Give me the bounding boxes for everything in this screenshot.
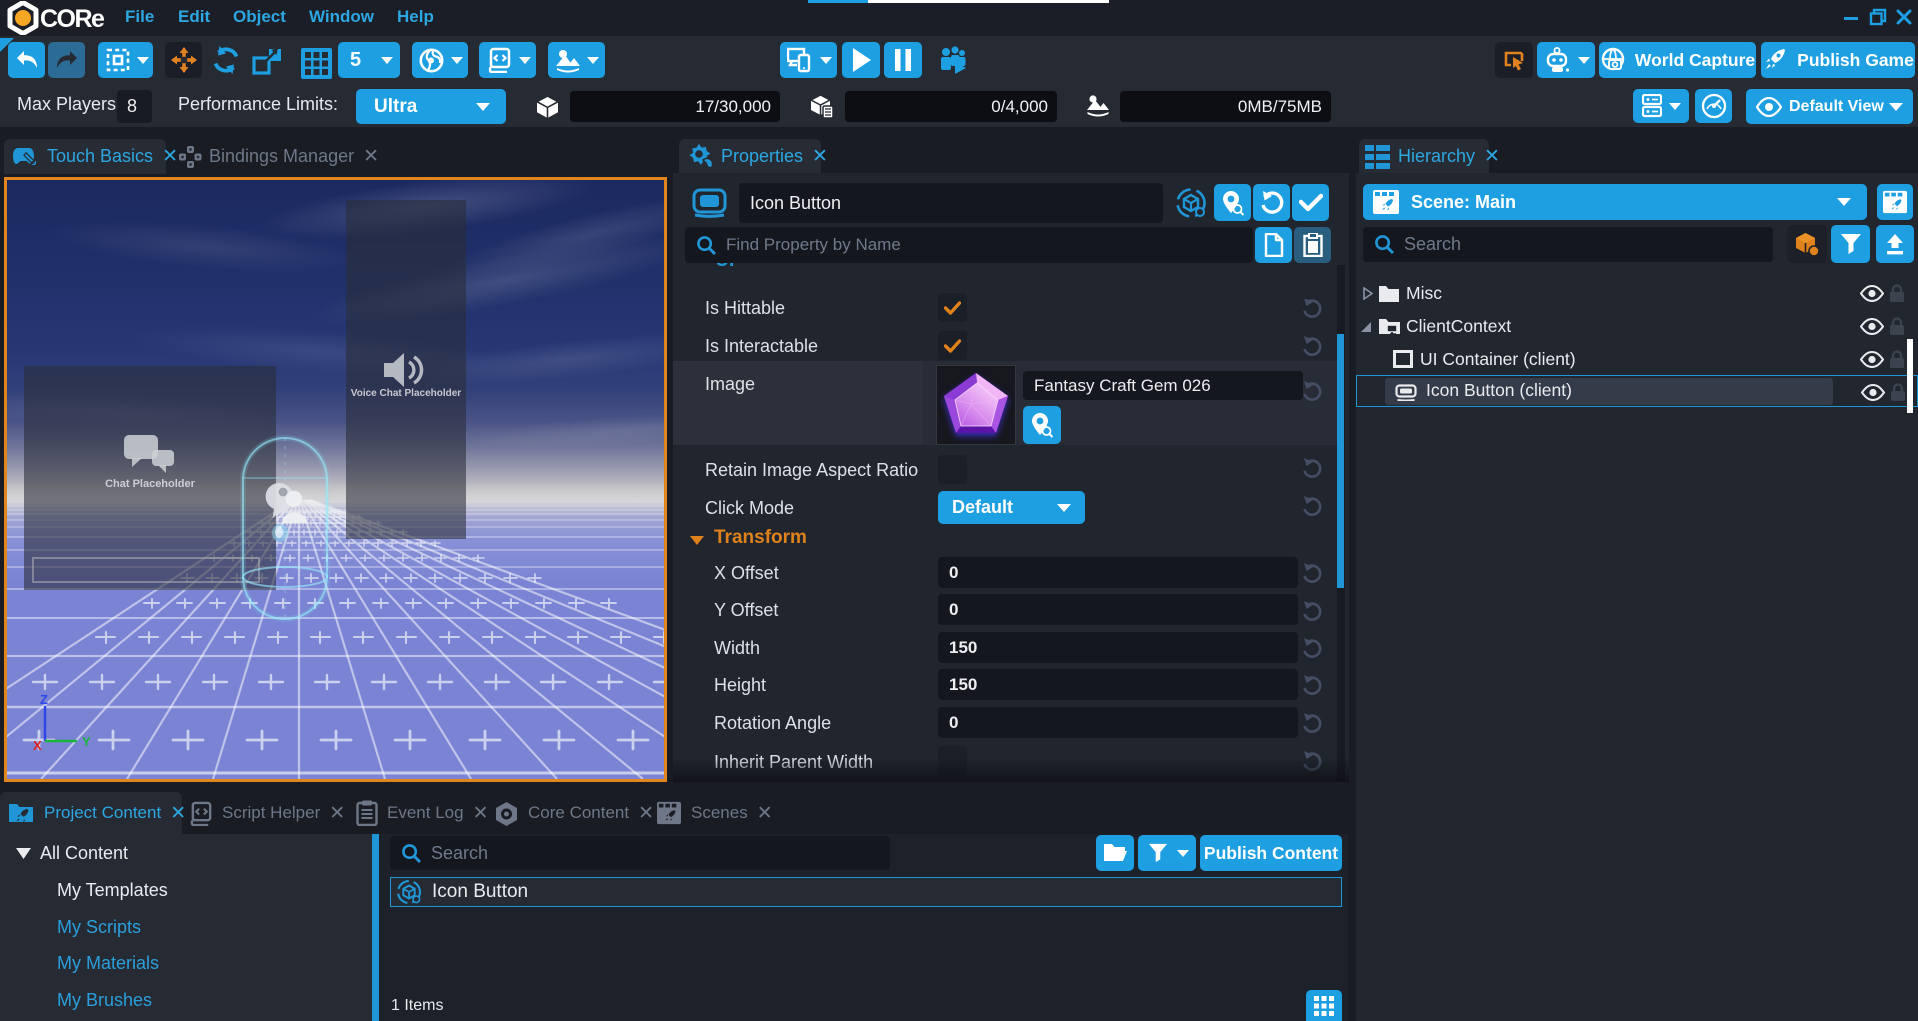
svg-text:CORe: CORe [40, 5, 105, 33]
svg-text:X: X [33, 738, 42, 752]
svg-text:Z: Z [40, 692, 48, 707]
svg-text:Y: Y [82, 734, 91, 749]
